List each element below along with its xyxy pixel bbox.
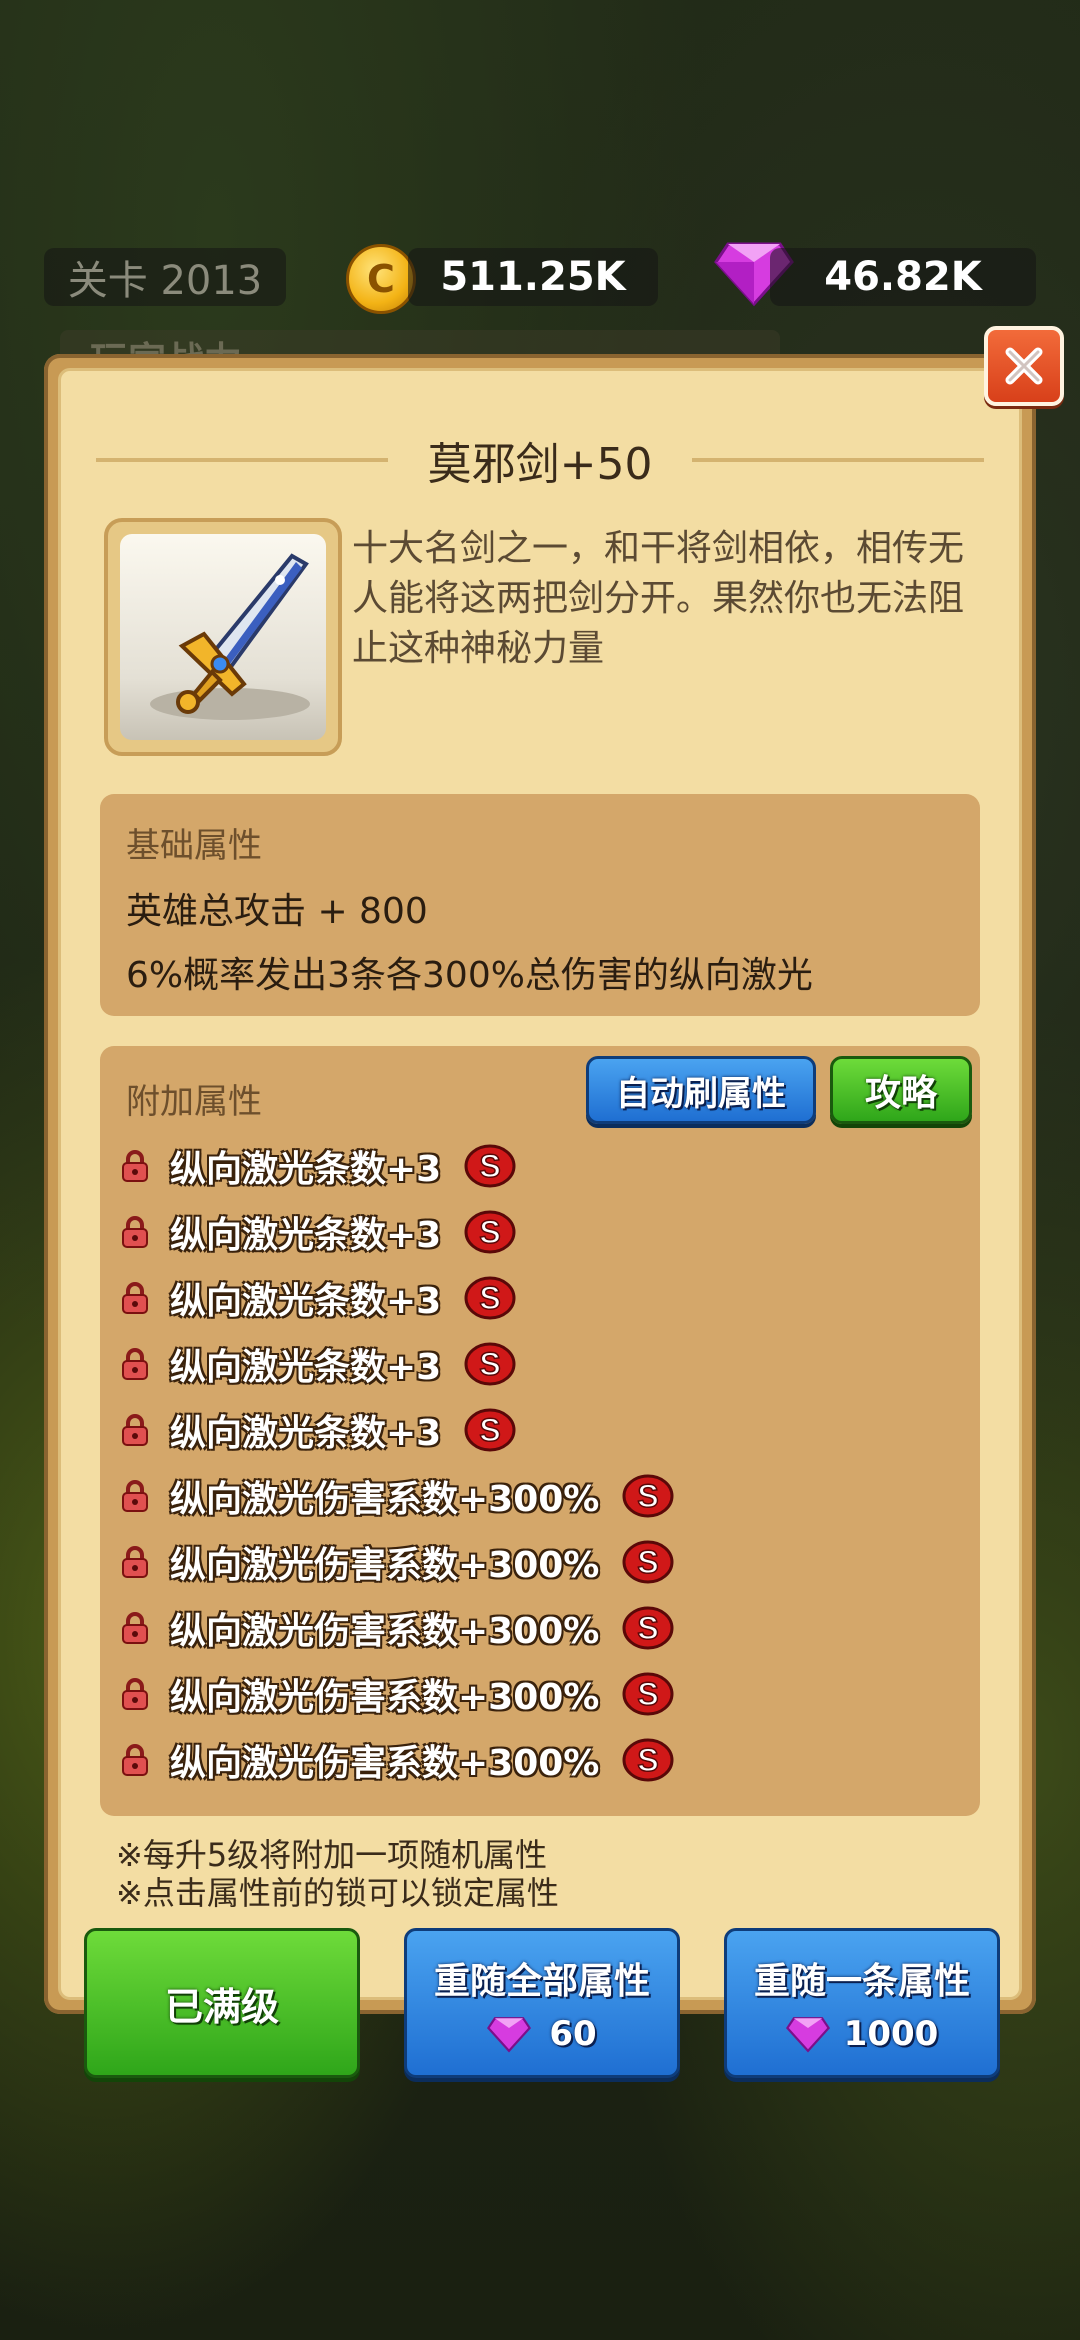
basic-attributes-box: 基础属性 英雄总攻击 + 800 6%概率发出3条各300%总伤害的纵向激光: [100, 794, 980, 1016]
footnote-line: ※点击属性前的锁可以锁定属性: [116, 1874, 559, 1912]
grade-s-badge: S: [622, 1738, 674, 1782]
grade-s-badge: S: [464, 1210, 516, 1254]
reroll-all-cost-row: 60: [487, 2014, 597, 2054]
reroll-one-label: 重随一条属性: [753, 1961, 970, 2002]
level-indicator: 关卡 2013: [44, 248, 286, 306]
extra-attribute-text: 纵向激光伤害系数+300%: [170, 1677, 600, 1718]
grade-letter: S: [480, 1148, 501, 1184]
auto-reroll-label: 自动刷属性: [616, 1073, 786, 1114]
reroll-one-cost-row: 1000: [785, 2014, 939, 2054]
title-divider-right: [692, 458, 985, 462]
grade-s-badge: S: [622, 1606, 674, 1650]
reroll-all-cost: 60: [549, 2014, 597, 2054]
item-icon-frame: [104, 518, 342, 756]
extra-attribute-text: 纵向激光伤害系数+300%: [170, 1611, 600, 1652]
extra-attribute-row: 纵向激光伤害系数+300% S: [120, 1666, 675, 1722]
basic-attributes-label: 基础属性: [126, 826, 262, 866]
grade-letter: S: [638, 1742, 659, 1778]
grade-letter: S: [638, 1676, 659, 1712]
lock-icon[interactable]: [120, 1347, 150, 1381]
lock-icon[interactable]: [120, 1611, 150, 1645]
level-label: 关卡 2013: [67, 258, 263, 304]
grade-s-badge: S: [622, 1540, 674, 1584]
extra-attribute-text: 纵向激光伤害系数+300%: [170, 1479, 600, 1520]
reroll-all-label: 重随全部属性: [433, 1961, 650, 2002]
coin-icon: C: [346, 244, 416, 314]
reroll-one-button[interactable]: 重随一条属性 1000: [724, 1928, 1000, 2078]
extra-attribute-row: 纵向激光条数+3 S: [120, 1336, 517, 1392]
grade-letter: S: [480, 1280, 501, 1316]
extra-attribute-row: 纵向激光条数+3 S: [120, 1138, 517, 1194]
extra-attribute-text: 纵向激光伤害系数+300%: [170, 1545, 600, 1586]
max-level-label: 已满级: [164, 1984, 279, 2029]
close-button[interactable]: [984, 326, 1064, 406]
grade-s-badge: S: [464, 1342, 516, 1386]
grade-letter: S: [638, 1478, 659, 1514]
grade-s-badge: S: [622, 1672, 674, 1716]
extra-attribute-text: 纵向激光条数+3: [170, 1413, 442, 1454]
extra-attribute-text: 纵向激光条数+3: [170, 1149, 442, 1190]
grade-letter: S: [480, 1412, 501, 1448]
extra-attribute-row: 纵向激光条数+3 S: [120, 1270, 517, 1326]
guide-label: 攻略: [864, 1073, 937, 1114]
lock-icon[interactable]: [120, 1413, 150, 1447]
extra-attribute-text: 纵向激光条数+3: [170, 1347, 442, 1388]
sword-icon: [150, 553, 310, 720]
item-title: 莫邪剑+50: [427, 439, 653, 490]
coin-amount: 511.25K: [440, 254, 626, 300]
grade-s-badge: S: [622, 1474, 674, 1518]
grade-letter: S: [480, 1214, 501, 1250]
grade-letter: S: [480, 1346, 501, 1382]
grade-s-badge: S: [464, 1276, 516, 1320]
grade-s-badge: S: [464, 1144, 516, 1188]
item-description: 十大名剑之一，和干将剑相依，相传无人能将这两把剑分开。果然你也无法阻止这种神秘力…: [352, 528, 965, 669]
coin-counter: 511.25K: [408, 248, 658, 306]
gem-amount: 46.82K: [824, 254, 982, 300]
lock-icon[interactable]: [120, 1677, 150, 1711]
grade-letter: S: [638, 1544, 659, 1580]
gem-icon: [487, 2017, 532, 2053]
close-icon: [1005, 347, 1043, 385]
gem-icon: [785, 2017, 830, 2053]
extra-attribute-row: 纵向激光伤害系数+300% S: [120, 1732, 675, 1788]
title-row: 莫邪剑+50: [96, 430, 985, 490]
grade-letter: S: [638, 1610, 659, 1646]
extra-attribute-text: 纵向激光条数+3: [170, 1281, 442, 1322]
reroll-all-button[interactable]: 重随全部属性 60: [404, 1928, 680, 2078]
extra-attribute-row: 纵向激光伤害系数+300% S: [120, 1600, 675, 1656]
extra-attribute-text: 纵向激光伤害系数+300%: [170, 1743, 600, 1784]
extra-attribute-row: 纵向激光伤害系数+300% S: [120, 1534, 675, 1590]
lock-icon[interactable]: [120, 1743, 150, 1777]
lock-icon[interactable]: [120, 1281, 150, 1315]
max-level-button[interactable]: 已满级: [84, 1928, 360, 2078]
auto-reroll-button[interactable]: 自动刷属性: [586, 1056, 816, 1124]
extra-attribute-text: 纵向激光条数+3: [170, 1215, 442, 1256]
gem-counter: 46.82K: [770, 248, 1036, 306]
extra-attributes-label: 附加属性: [126, 1082, 262, 1122]
guide-button[interactable]: 攻略: [830, 1056, 972, 1124]
lock-icon[interactable]: [120, 1479, 150, 1513]
basic-attribute-line: 英雄总攻击 + 800: [126, 891, 428, 932]
reroll-one-cost: 1000: [843, 2014, 939, 2054]
lock-icon[interactable]: [120, 1149, 150, 1183]
lock-icon[interactable]: [120, 1215, 150, 1249]
basic-attribute-line: 6%概率发出3条各300%总伤害的纵向激光: [126, 955, 813, 996]
lock-icon[interactable]: [120, 1545, 150, 1579]
extra-attribute-row: 纵向激光条数+3 S: [120, 1204, 517, 1260]
extra-attribute-row: 纵向激光条数+3 S: [120, 1402, 517, 1458]
title-divider-left: [96, 458, 388, 462]
extra-attribute-row: 纵向激光伤害系数+300% S: [120, 1468, 675, 1524]
grade-s-badge: S: [464, 1408, 516, 1452]
